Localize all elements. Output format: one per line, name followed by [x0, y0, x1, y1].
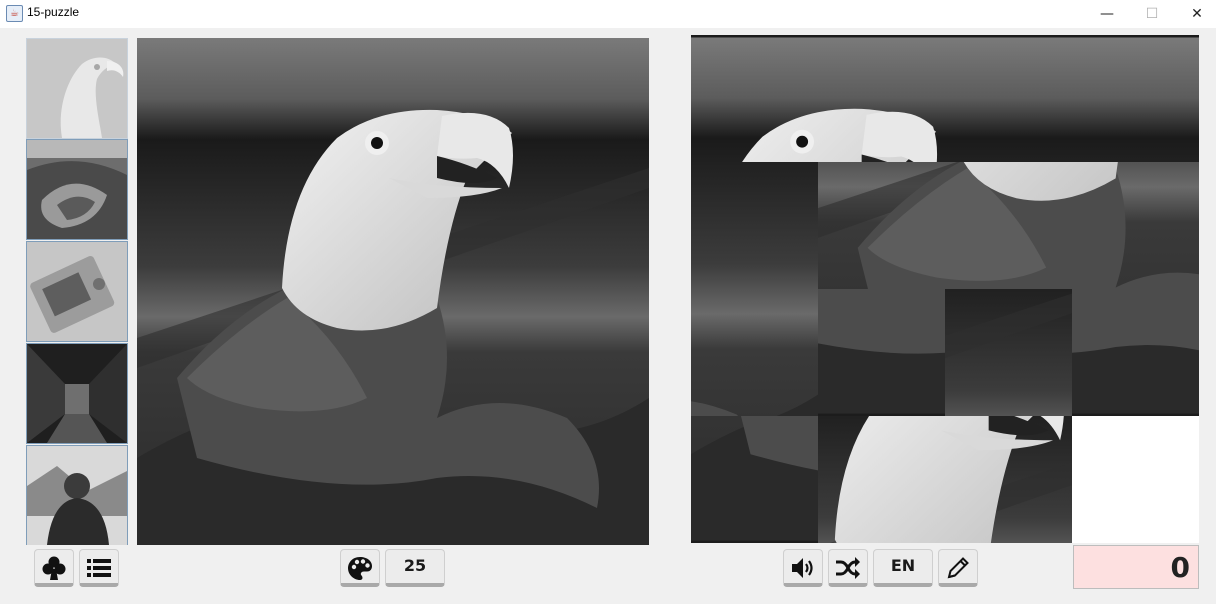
title-bar: ☕ 15-puzzle — ☐ ✕	[0, 0, 1216, 28]
thumbnail-canyon[interactable]	[26, 139, 128, 240]
puzzle-tile[interactable]	[1072, 35, 1199, 162]
puzzle-tile[interactable]	[691, 35, 818, 162]
puzzle-tile[interactable]	[945, 35, 1072, 162]
sound-toggle-button[interactable]	[783, 549, 823, 587]
speaker-icon	[792, 558, 813, 578]
games-button[interactable]	[34, 549, 74, 587]
puzzle-tile[interactable]	[818, 416, 945, 543]
java-app-icon: ☕	[6, 5, 23, 22]
puzzle-board[interactable]	[691, 35, 1199, 543]
thumbnail-alley[interactable]	[26, 343, 128, 444]
image-thumbnail-list[interactable]	[26, 38, 128, 545]
pencil-icon	[947, 557, 969, 579]
language-button[interactable]: EN	[873, 549, 933, 587]
puzzle-tile[interactable]	[1072, 162, 1199, 289]
moves-counter: 0	[1073, 545, 1199, 589]
puzzle-tile[interactable]	[818, 35, 945, 162]
puzzle-tile[interactable]	[691, 162, 818, 289]
puzzle-tile[interactable]	[1072, 289, 1199, 416]
maximize-button[interactable]: ☐	[1129, 0, 1175, 28]
minimize-button[interactable]: —	[1084, 0, 1130, 28]
thumbnail-hooded-person[interactable]	[26, 445, 128, 545]
puzzle-tile[interactable]	[818, 289, 945, 416]
color-mode-button[interactable]	[340, 549, 380, 587]
edit-button[interactable]	[938, 549, 978, 587]
puzzle-tile[interactable]	[945, 162, 1072, 289]
close-button[interactable]: ✕	[1174, 0, 1216, 28]
shuffle-button[interactable]	[828, 549, 868, 587]
club-icon	[42, 556, 66, 580]
empty-tile[interactable]	[1072, 416, 1199, 543]
preview-image	[137, 38, 649, 545]
thumbnail-laptop[interactable]	[26, 241, 128, 342]
palette-icon	[348, 557, 372, 580]
shuffle-icon	[836, 557, 860, 579]
puzzle-tile[interactable]	[945, 289, 1072, 416]
image-list-button[interactable]	[79, 549, 119, 587]
puzzle-tile[interactable]	[818, 162, 945, 289]
puzzle-tile[interactable]	[945, 416, 1072, 543]
board-size-button[interactable]: 25	[385, 549, 445, 587]
window-title: 15-puzzle	[27, 5, 80, 19]
eagle-preview-art	[137, 38, 649, 545]
puzzle-tile[interactable]	[691, 289, 818, 416]
list-icon	[87, 559, 111, 577]
puzzle-tile[interactable]	[691, 416, 818, 543]
thumbnail-eagle[interactable]	[26, 38, 128, 139]
